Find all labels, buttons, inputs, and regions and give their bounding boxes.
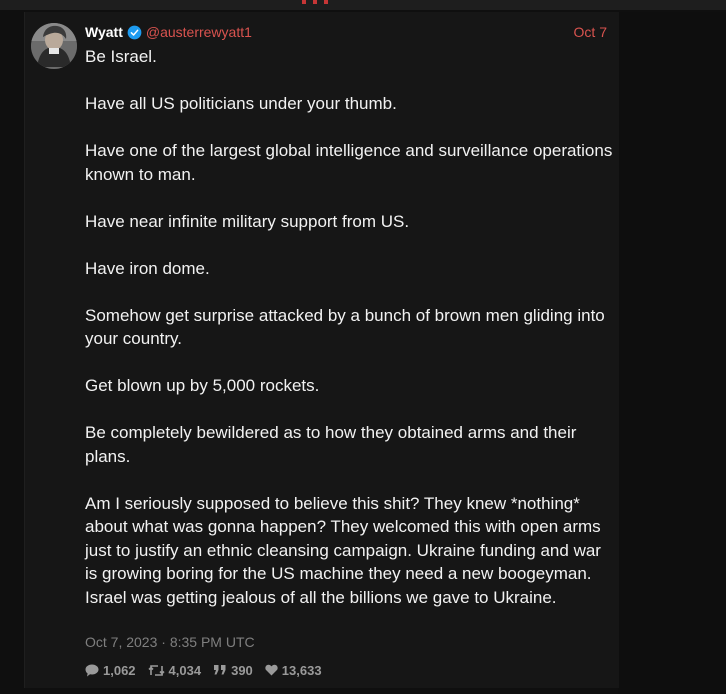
- like-stat[interactable]: 13,633: [265, 663, 322, 678]
- heart-icon: [265, 664, 278, 676]
- avatar[interactable]: [31, 23, 77, 69]
- tweet-date[interactable]: Oct 7: [574, 23, 607, 41]
- quote-stat[interactable]: 390: [213, 663, 253, 678]
- author-handle[interactable]: @austerrewyatt1: [146, 24, 252, 40]
- tweet-paragraph: Have near infinite military support from…: [85, 211, 410, 231]
- top-bar: [0, 0, 726, 10]
- like-count: 13,633: [281, 662, 322, 678]
- reply-stat[interactable]: 1,062: [85, 663, 136, 678]
- tweet-text: Be Israel. Have all US politicians under…: [85, 45, 615, 609]
- top-bar-mark: [302, 0, 328, 5]
- tweet-header: Wyatt @austerrewyatt1 Oct 7: [85, 23, 607, 41]
- tweet-paragraph: Somehow get surprise attacked by a bunch…: [85, 305, 605, 349]
- tweet-paragraph: Have iron dome.: [85, 258, 210, 278]
- tweet-paragraph: Be completely bewildered as to how they …: [85, 423, 577, 466]
- right-margin: [618, 12, 726, 694]
- verified-badge-icon: [127, 25, 142, 40]
- tweet-paragraph: Am I seriously supposed to believe this …: [85, 493, 601, 607]
- quote-icon: [214, 665, 226, 675]
- retweet-stat[interactable]: 4,034: [147, 662, 202, 678]
- tweet-paragraph: Be Israel.: [85, 47, 157, 66]
- tweet-paragraph: Get blown up by 5,000 rockets.: [85, 376, 320, 395]
- avatar-image: [31, 23, 77, 69]
- tweet-timestamp[interactable]: Oct 7, 2023 · 8:35 PM UTC: [85, 634, 255, 650]
- tweet-paragraph: Have all US politicians under your thumb…: [85, 94, 397, 113]
- reply-count: 1,062: [103, 662, 136, 678]
- retweet-icon: [147, 664, 165, 676]
- retweet-count: 4,034: [168, 662, 202, 678]
- author-name[interactable]: Wyatt: [85, 24, 123, 40]
- tweet-stats: 1,062 4,034 390 13,633: [85, 660, 334, 680]
- tweet-paragraph: Have one of the largest global intellige…: [85, 141, 613, 184]
- comment-icon: [85, 664, 99, 676]
- tweet-card: Wyatt @austerrewyatt1 Oct 7 Be Israel. H…: [24, 12, 619, 688]
- quote-count: 390: [231, 662, 253, 678]
